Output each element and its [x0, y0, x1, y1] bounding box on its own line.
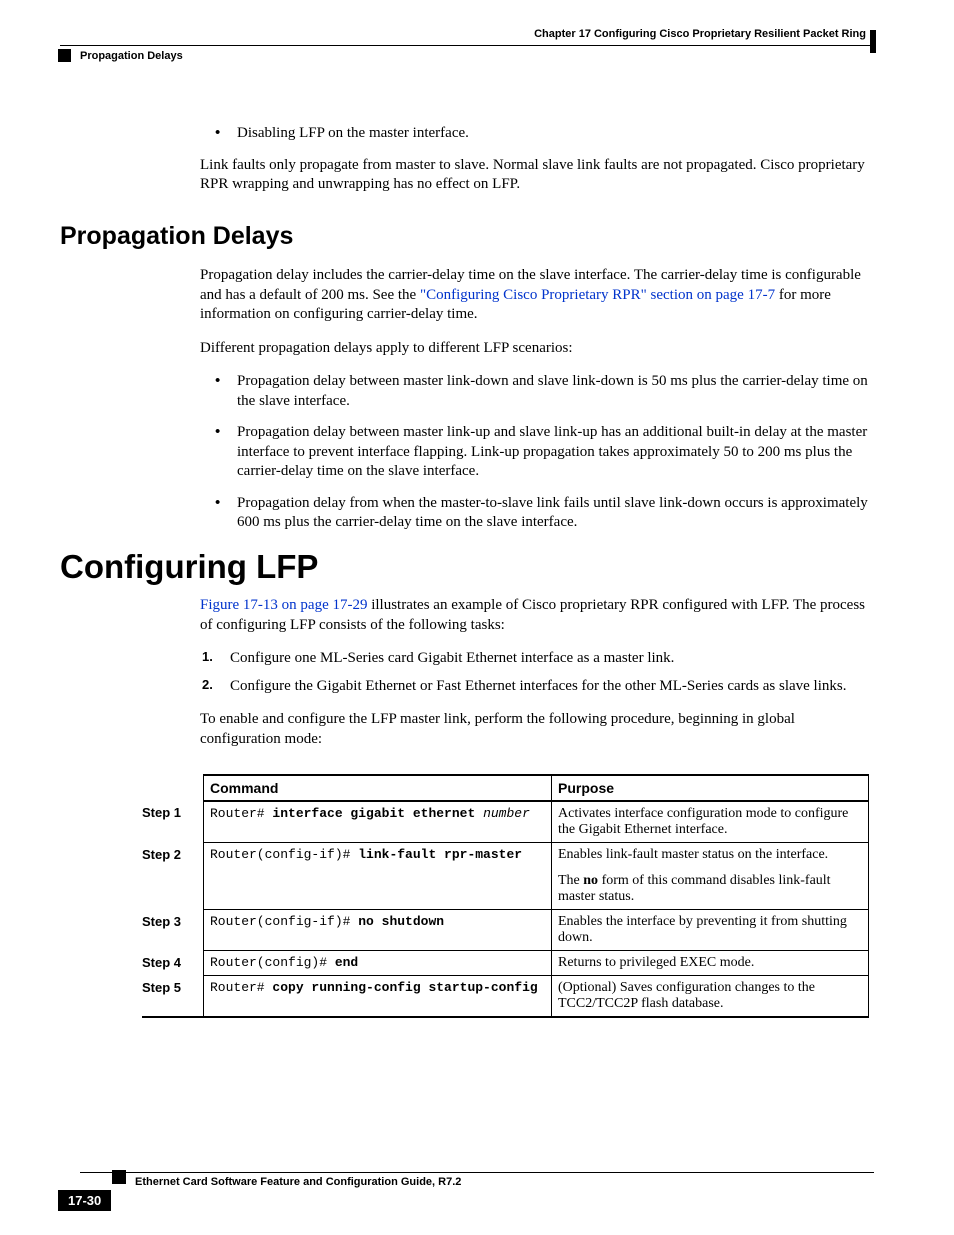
numbered-text: Configure one ML-Series card Gigabit Eth… — [230, 649, 674, 669]
bullet-item: • Propagation delay from when the master… — [215, 494, 869, 533]
paragraph: Figure 17-13 on page 17-29 illustrates a… — [200, 596, 869, 635]
numbered-item: 1. Configure one ML-Series card Gigabit … — [202, 649, 869, 669]
command-cell: Router(config-if)# no shutdown — [204, 910, 552, 951]
command-cell: Router# interface gigabit ethernet numbe… — [204, 801, 552, 843]
command-cell: Router(config)# end — [204, 951, 552, 976]
bullet-item: • Disabling LFP on the master interface. — [215, 124, 869, 144]
purpose-cell: Enables the interface by preventing it f… — [552, 910, 869, 951]
command-table: Command Purpose Step 1 Router# interface… — [142, 774, 869, 1018]
step-label: Step 5 — [142, 976, 204, 1018]
section-heading-configuring-lfp: Configuring LFP — [60, 548, 318, 586]
header-section-marker — [58, 49, 71, 62]
bullet-marker: • — [215, 124, 237, 144]
purpose-cell: Activates interface configuration mode t… — [552, 801, 869, 843]
bullet-marker: • — [215, 372, 237, 411]
chapter-header: Chapter 17 Configuring Cisco Proprietary… — [534, 28, 866, 40]
document-page: Chapter 17 Configuring Cisco Proprietary… — [0, 0, 954, 1235]
body-content: • Disabling LFP on the master interface.… — [200, 120, 869, 209]
step-label: Step 4 — [142, 951, 204, 976]
section-header: Propagation Delays — [80, 50, 183, 62]
procedure-table: Command Purpose Step 1 Router# interface… — [142, 774, 869, 1018]
cross-reference-link[interactable]: "Configuring Cisco Proprietary RPR" sect… — [420, 287, 775, 303]
header-rule — [60, 45, 874, 46]
bullet-text: Disabling LFP on the master interface. — [237, 124, 469, 144]
table-header-purpose: Purpose — [552, 775, 869, 801]
purpose-cell: Returns to privileged EXEC mode. — [552, 951, 869, 976]
numbered-text: Configure the Gigabit Ethernet or Fast E… — [230, 677, 846, 697]
table-row: Step 1 Router# interface gigabit etherne… — [142, 801, 869, 843]
table-row: Step 4 Router(config)# end Returns to pr… — [142, 951, 869, 976]
bullet-text: Propagation delay between master link-up… — [237, 423, 869, 482]
purpose-cell: (Optional) Saves configuration changes t… — [552, 976, 869, 1018]
bullet-text: Propagation delay between master link-do… — [237, 372, 869, 411]
number-marker: 1. — [202, 649, 230, 669]
bullet-item: • Propagation delay between master link-… — [215, 423, 869, 482]
step-label: Step 2 — [142, 843, 204, 910]
numbered-item: 2. Configure the Gigabit Ethernet or Fas… — [202, 677, 869, 697]
configuring-content: Figure 17-13 on page 17-29 illustrates a… — [200, 596, 869, 763]
paragraph: To enable and configure the LFP master l… — [200, 710, 869, 749]
bullet-text: Propagation delay from when the master-t… — [237, 494, 869, 533]
purpose-cell: Enables link-fault master status on the … — [552, 843, 869, 910]
paragraph: Link faults only propagate from master t… — [200, 156, 869, 195]
footer-doc-title: Ethernet Card Software Feature and Confi… — [135, 1176, 461, 1188]
bullet-marker: • — [215, 494, 237, 533]
bullet-item: • Propagation delay between master link-… — [215, 372, 869, 411]
footer-rule — [80, 1172, 874, 1173]
table-row: Step 2 Router(config-if)# link-fault rpr… — [142, 843, 869, 910]
page-number: 17-30 — [58, 1190, 111, 1211]
header-decoration — [870, 30, 876, 53]
table-header-command: Command — [204, 775, 552, 801]
cross-reference-link[interactable]: Figure 17-13 on page 17-29 — [200, 597, 367, 613]
table-header-row: Command Purpose — [142, 775, 869, 801]
command-cell: Router(config-if)# link-fault rpr-master — [204, 843, 552, 910]
section-heading-propagation-delays: Propagation Delays — [60, 222, 293, 251]
step-label: Step 3 — [142, 910, 204, 951]
command-cell: Router# copy running-config startup-conf… — [204, 976, 552, 1018]
table-row: Step 5 Router# copy running-config start… — [142, 976, 869, 1018]
footer-decoration — [112, 1170, 126, 1184]
bullet-marker: • — [215, 423, 237, 482]
table-header-empty — [142, 775, 204, 801]
step-label: Step 1 — [142, 801, 204, 843]
propagation-content: Propagation delay includes the carrier-d… — [200, 266, 869, 545]
number-marker: 2. — [202, 677, 230, 697]
paragraph: Propagation delay includes the carrier-d… — [200, 266, 869, 325]
paragraph: Different propagation delays apply to di… — [200, 339, 869, 359]
table-row: Step 3 Router(config-if)# no shutdown En… — [142, 910, 869, 951]
